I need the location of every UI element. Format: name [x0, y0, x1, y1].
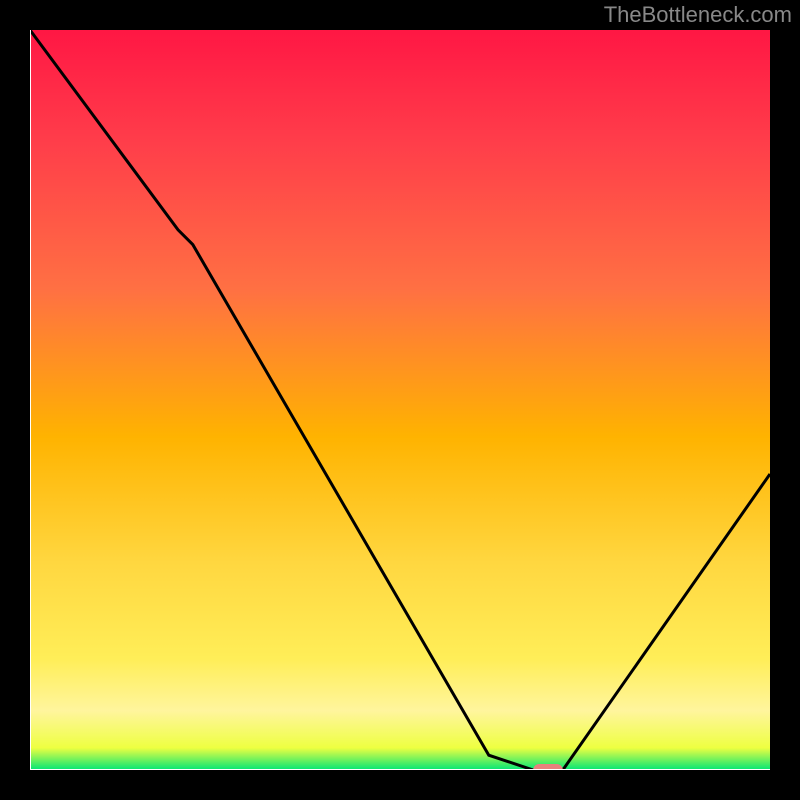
- chart-svg: [30, 30, 770, 770]
- watermark-text: TheBottleneck.com: [604, 2, 792, 28]
- gradient-background: [30, 30, 770, 770]
- chart-container: TheBottleneck.com: [0, 0, 800, 800]
